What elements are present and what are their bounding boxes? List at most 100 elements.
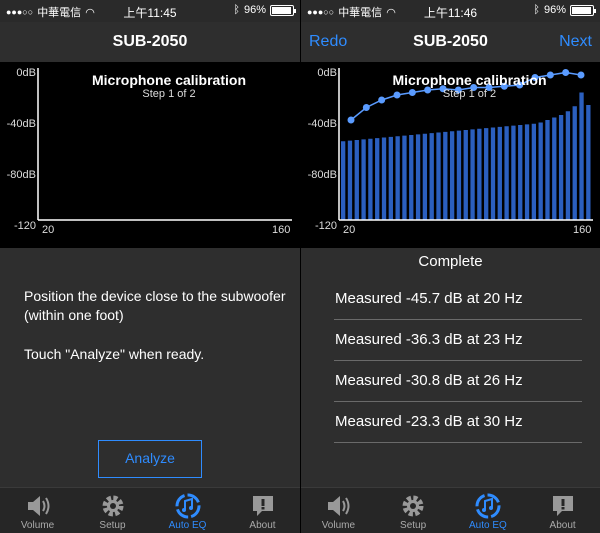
instruction-text: Position the device close to the subwoof… (24, 288, 286, 323)
chart-bar (586, 105, 591, 220)
tab-setup[interactable]: Setup (376, 488, 451, 533)
x-tick-label: 160 (573, 224, 592, 236)
chart-bar (579, 92, 584, 220)
chart-bar (470, 129, 475, 220)
measurement-list: Measured -45.7 dB at 20 Hz Measured -36.… (334, 279, 582, 443)
chart-title: Microphone calibration (392, 72, 547, 88)
y-tick-label: 0dB (317, 67, 337, 79)
battery-label: 96% (543, 4, 566, 16)
measurement-row: Measured -23.3 dB at 30 Hz (334, 402, 582, 443)
chart-bar (388, 136, 393, 220)
complete-label: Complete (418, 253, 483, 270)
chart-bar (538, 122, 543, 220)
x-tick-label: 160 (272, 224, 291, 236)
chart-bar (552, 117, 557, 220)
chart-bar (422, 133, 428, 220)
y-tick-label: 0dB (16, 67, 36, 79)
calibration-chart: 0dB -40dB -80dB -120 20 160 Microphone c… (0, 62, 300, 248)
measurement-row: Measured -36.3 dB at 23 Hz (334, 320, 582, 361)
chart-bar (402, 135, 407, 220)
x-tick-label: 20 (343, 224, 356, 236)
chart-bar (347, 140, 353, 220)
left-screen: ●●●○○ 中華電信 ◠ 上午11:45 ᛒ 96% SUB-2050 0dB -40… (0, 0, 300, 533)
chart-point (347, 116, 355, 124)
nav-bar: Redo SUB-2050 Next (301, 22, 600, 62)
chart-bar (524, 124, 530, 220)
chart-bar (436, 132, 441, 220)
sync-music-icon (150, 492, 225, 520)
speaker-icon (301, 492, 376, 520)
tab-label: Auto EQ (468, 520, 507, 531)
chart-bar (463, 130, 468, 220)
tab-auto-eq[interactable]: Auto EQ (451, 488, 526, 533)
chart-bar (511, 125, 516, 220)
analyze-button[interactable]: Analyze (98, 440, 202, 478)
tab-label: About (549, 520, 576, 531)
calibration-chart: 0dB -40dB -80dB -120 20 160 Microphone c… (301, 62, 600, 248)
chart-bar (395, 136, 400, 220)
battery-label: 96% (243, 4, 266, 16)
chart-subtitle: Step 1 of 2 (442, 88, 497, 100)
chart-bar (443, 131, 448, 220)
status-bar: ●●●○○ 中華電信 ◠ 上午11:46 ᛒ 96% (301, 0, 600, 22)
chart-bar (518, 125, 523, 220)
chart-bar (354, 140, 359, 220)
tab-about[interactable]: About (225, 488, 300, 533)
next-button[interactable]: Next (559, 33, 592, 51)
measurement-row: Measured -45.7 dB at 20 Hz (334, 279, 582, 320)
tab-about[interactable]: About (525, 488, 600, 533)
tab-volume[interactable]: Volume (0, 488, 75, 533)
chart-bar (504, 126, 509, 220)
y-tick-label: -120 (13, 220, 36, 232)
chart-bar (368, 138, 373, 220)
chart-bar (545, 120, 550, 220)
tab-label: Volume (20, 520, 55, 531)
chart-bar (565, 111, 571, 220)
alert-bubble-icon (225, 492, 300, 520)
instruction-ready-text: Touch "Analyze" when ready. (24, 346, 205, 362)
measurement-row: Measured -30.8 dB at 26 Hz (334, 361, 582, 402)
x-tick-label: 20 (42, 224, 55, 236)
chart-point (362, 104, 370, 111)
chart-bar (341, 141, 346, 220)
battery-icon (570, 4, 596, 16)
chart-bar (375, 138, 380, 220)
battery-icon (270, 4, 296, 16)
chart-bar (484, 128, 489, 220)
chart-subtitle: Step 1 of 2 (142, 88, 196, 100)
tab-label: Setup (400, 520, 427, 531)
y-tick-label: -40dB (307, 118, 337, 130)
tab-auto-eq[interactable]: Auto EQ (150, 488, 225, 533)
tab-bar: Volume Setup Auto EQ About (301, 487, 600, 533)
y-tick-label: -80dB (6, 169, 36, 181)
y-tick-label: -40dB (6, 118, 36, 130)
bluetooth-icon: ᛒ (533, 4, 540, 16)
chart-bar (429, 133, 434, 220)
tab-setup[interactable]: Setup (75, 488, 150, 533)
tab-volume[interactable]: Volume (301, 488, 376, 533)
chart-bar (409, 135, 414, 220)
chart-bar (361, 139, 366, 220)
chart-bar (381, 137, 387, 220)
alert-bubble-icon (525, 492, 600, 520)
chart-bar (572, 106, 577, 220)
nav-bar: SUB-2050 (0, 22, 300, 62)
sync-music-icon (451, 492, 526, 520)
chart-bar (531, 123, 537, 220)
status-bar: ●●●○○ 中華電信 ◠ 上午11:45 ᛒ 96% (0, 0, 300, 22)
chart-bar (477, 128, 482, 220)
gear-icon (75, 492, 150, 520)
bluetooth-icon: ᛒ (233, 4, 240, 16)
y-tick-label: -120 (314, 220, 337, 232)
chart-bar (456, 130, 462, 220)
chart-bar (497, 126, 502, 220)
tab-label: About (249, 520, 276, 531)
chart-bar (558, 115, 564, 220)
tab-label: Auto EQ (168, 520, 207, 531)
chart-bar (449, 131, 455, 220)
chart-bar (490, 127, 496, 220)
gear-icon (376, 492, 451, 520)
chart-bar (415, 134, 421, 220)
page-title: SUB-2050 (112, 33, 188, 50)
page-title: SUB-2050 (413, 33, 488, 50)
